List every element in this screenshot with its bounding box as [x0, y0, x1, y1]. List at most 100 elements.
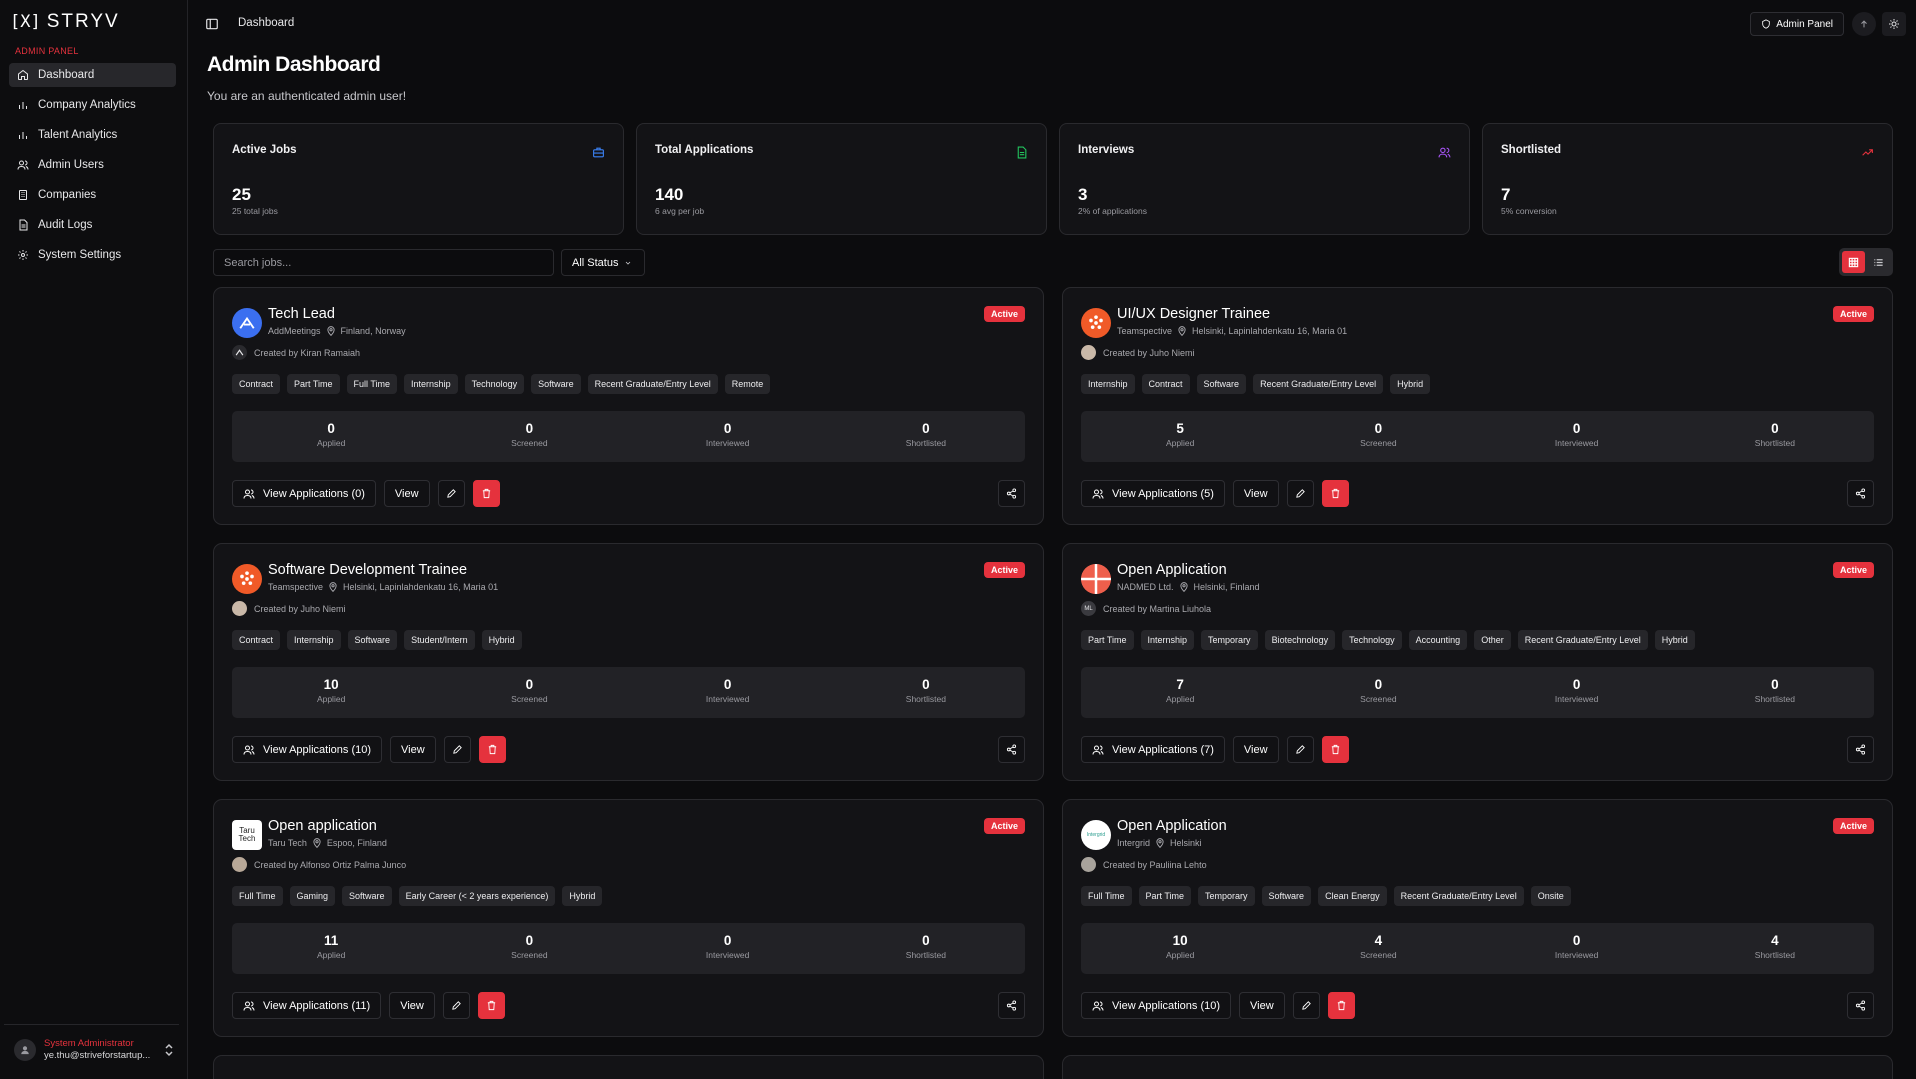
- delete-button[interactable]: [478, 736, 506, 763]
- edit-button[interactable]: [1286, 736, 1314, 763]
- stat-card-interviews: Interviews 3 2% of applications: [1059, 123, 1470, 235]
- stat-value: 3: [1078, 185, 1088, 204]
- share-button[interactable]: [1847, 736, 1874, 763]
- view-button[interactable]: View: [1232, 736, 1279, 763]
- admin-panel-button[interactable]: Admin Panel: [1750, 12, 1844, 36]
- job-tag: Full Time: [346, 374, 398, 394]
- job-tag: Hybrid: [481, 630, 522, 650]
- view-applications-button[interactable]: View Applications (10): [232, 736, 383, 763]
- sidebar-item-admin-users[interactable]: Admin Users: [9, 153, 176, 177]
- job-actions: View Applications (0) View: [232, 480, 500, 507]
- trash-icon: [1337, 1000, 1345, 1011]
- job-location: Espoo, Finland: [326, 838, 387, 848]
- share-button[interactable]: [1847, 480, 1874, 507]
- view-applications-button[interactable]: View Applications (10): [1081, 992, 1232, 1019]
- metric-value: 0: [1572, 677, 1581, 692]
- edit-button[interactable]: [437, 480, 465, 507]
- job-metrics: 5 Applied 0 Screened 0 Interviewed 0 Shortli…: [1081, 411, 1874, 462]
- sidebar-item-talent-analytics[interactable]: Talent Analytics: [9, 123, 176, 147]
- job-tag: Student/Intern: [404, 630, 475, 650]
- job-card: Taru Tech Open application Taru Tech Esp…: [213, 799, 1044, 1037]
- breadcrumb[interactable]: Dashboard: [238, 17, 294, 29]
- share-button[interactable]: [1847, 992, 1874, 1019]
- theme-toggle-button[interactable]: [1882, 12, 1906, 36]
- company-name: Teamspective: [268, 582, 324, 592]
- share-button[interactable]: [998, 480, 1025, 507]
- brand-logo[interactable]: [X] STRYV: [10, 11, 120, 33]
- grid-view-button[interactable]: [1842, 251, 1865, 273]
- status-badge: Active: [1832, 818, 1874, 834]
- sidebar-item-audit-logs[interactable]: Audit Logs: [9, 213, 176, 237]
- gear-icon: [18, 250, 28, 260]
- view-button[interactable]: View: [389, 992, 435, 1019]
- edit-button[interactable]: [1292, 992, 1320, 1019]
- share-button[interactable]: [998, 736, 1025, 763]
- delete-button[interactable]: [1321, 736, 1349, 763]
- list-view-button[interactable]: [1868, 251, 1891, 273]
- view-applications-button[interactable]: View Applications (0): [232, 480, 376, 507]
- job-tag: Internship: [1081, 374, 1135, 394]
- job-title[interactable]: Software Development Trainee: [268, 562, 467, 578]
- home-icon: [18, 69, 28, 80]
- users-icon: [1092, 489, 1104, 499]
- job-card: Software Development Trainee Teamspectiv…: [213, 543, 1044, 781]
- stats-row: Active Jobs 25 25 total jobs Total Appli…: [213, 123, 1893, 235]
- view-button[interactable]: View: [1232, 480, 1279, 507]
- teamspective-logo: [232, 564, 262, 594]
- job-metrics: 7 Applied 0 Screened 0 Interviewed 0 Shortli…: [1081, 667, 1874, 718]
- delete-button[interactable]: [477, 992, 505, 1019]
- metric-label: Screened: [1360, 694, 1397, 704]
- delete-button[interactable]: [1321, 480, 1349, 507]
- delete-button[interactable]: [1327, 992, 1355, 1019]
- status-filter-select[interactable]: All Status: [561, 249, 645, 276]
- job-tag: Temporary: [1201, 630, 1258, 650]
- avatar: [1081, 857, 1096, 872]
- metric-value: 0: [327, 421, 335, 436]
- job-title[interactable]: Open Application: [1117, 818, 1227, 834]
- metric-applied: 5 Applied: [1081, 411, 1279, 462]
- job-title[interactable]: Open application: [268, 818, 377, 834]
- trash-icon: [487, 1000, 496, 1011]
- metric-value: 0: [1374, 677, 1383, 692]
- sidebar-item-companies[interactable]: Companies: [9, 183, 176, 207]
- edit-button[interactable]: [442, 992, 470, 1019]
- avatar: [1081, 345, 1096, 360]
- bar-chart-icon: [19, 102, 27, 109]
- edit-button[interactable]: [443, 736, 471, 763]
- view-applications-button[interactable]: View Applications (7): [1081, 736, 1225, 763]
- created-by-text: Created by Alfonso Ortiz Palma Junco: [254, 859, 407, 870]
- view-applications-button[interactable]: View Applications (11): [232, 992, 382, 1019]
- pencil-icon: [446, 489, 456, 498]
- created-by-text: Created by Kiran Ramaiah: [254, 347, 361, 358]
- view-applications-button[interactable]: View Applications (5): [1081, 480, 1225, 507]
- sidebar-item-dashboard[interactable]: Dashboard: [9, 63, 176, 87]
- job-title[interactable]: Open Application: [1117, 562, 1227, 578]
- user-info: System Administrator ye.thu@striveforsta…: [44, 1038, 156, 1062]
- view-button[interactable]: View: [1239, 992, 1285, 1019]
- company-name: Teamspective: [1117, 326, 1173, 336]
- view-button[interactable]: View: [390, 736, 436, 763]
- status-filter-value: All Status: [572, 256, 619, 269]
- sidebar-item-company-analytics[interactable]: Company Analytics: [9, 93, 176, 117]
- delete-button[interactable]: [472, 480, 500, 507]
- trash-icon: [488, 744, 496, 755]
- user-menu[interactable]: System Administrator ye.thu@striveforsta…: [14, 1038, 174, 1062]
- pencil-icon: [1295, 489, 1305, 498]
- stat-card-active-jobs: Active Jobs 25 25 total jobs: [213, 123, 624, 235]
- sidebar-toggle-icon[interactable]: [205, 17, 219, 31]
- job-tag: Contract: [232, 374, 281, 394]
- share-button[interactable]: [998, 992, 1025, 1019]
- search-input[interactable]: [213, 249, 554, 276]
- job-title[interactable]: UI/UX Designer Trainee: [1117, 306, 1270, 322]
- sidebar-item-system-settings[interactable]: System Settings: [9, 243, 176, 267]
- job-title[interactable]: Tech Lead: [268, 306, 335, 322]
- status-badge: Active: [1832, 306, 1874, 322]
- users-icon: [17, 160, 29, 170]
- edit-button[interactable]: [1286, 480, 1314, 507]
- upload-button[interactable]: [1852, 12, 1876, 36]
- metric-value: 0: [1771, 677, 1779, 692]
- job-tag: Early Career (< 2 years experience): [398, 886, 556, 906]
- avatar: [232, 857, 247, 872]
- view-button[interactable]: View: [383, 480, 430, 507]
- job-tag: Other: [1474, 630, 1511, 650]
